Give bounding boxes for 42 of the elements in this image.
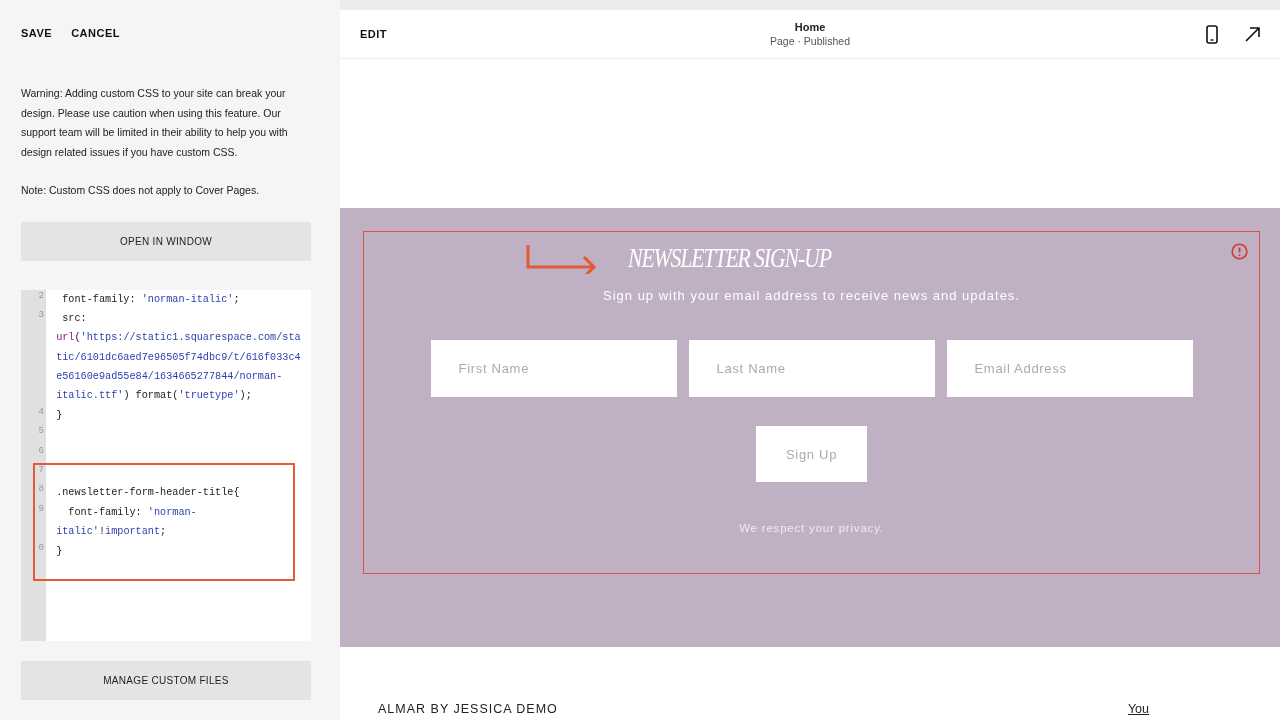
privacy-text: We respect your privacy.	[739, 522, 884, 534]
line-number: 7	[37, 464, 44, 476]
save-button[interactable]: SAVE	[21, 27, 53, 39]
site-title: ALMAR BY JESSICA DEMO	[378, 702, 558, 716]
open-in-window-button[interactable]: OPEN IN WINDOW	[21, 221, 311, 261]
input-field[interactable]: Email Address	[946, 340, 1193, 397]
code-editor[interactable]	[21, 289, 311, 641]
code-line: }	[56, 545, 63, 557]
line-number: 6	[37, 444, 44, 457]
code-line: url('https://static1.squarespace.com/sta	[56, 332, 301, 344]
input-field[interactable]: Last Name	[688, 340, 935, 397]
page-status: Page · Published	[770, 35, 850, 47]
code-line: src:	[61, 312, 87, 324]
edit-button[interactable]: EDIT	[360, 28, 388, 40]
arrow-up-right-icon[interactable]	[1245, 26, 1260, 42]
mobile-phone-icon[interactable]	[1206, 24, 1218, 44]
arrow-right-icon	[525, 244, 598, 274]
alert-icon	[1231, 243, 1248, 260]
code-line: }	[56, 409, 63, 421]
code-line: font-family: 'norman-italic';	[61, 293, 240, 305]
line-number: 5	[37, 425, 44, 438]
code-line: font-family: 'norman-	[67, 506, 197, 518]
page-title: Home	[794, 21, 826, 33]
code-line: e56160e9ad55e84/1634665277844/norman-	[56, 371, 283, 383]
line-number: 9	[37, 502, 44, 515]
code-line: italic.ttf') format('truetype');	[56, 390, 252, 402]
line-number: 4	[37, 405, 44, 418]
line-number: 2	[37, 289, 44, 302]
code-line: italic'!important;	[56, 526, 167, 538]
note-text: Note: Custom CSS does not apply to Cover Pages.	[21, 183, 261, 198]
cancel-button[interactable]: CANCEL	[71, 27, 120, 39]
line-number: 3	[37, 308, 44, 321]
nav-link[interactable]: You	[1127, 702, 1149, 716]
warning-text: Warning: Adding custom CSS to your site can break your design. Please use caution when using this feature. Our support team will be limited in their ability to help you with design related issues if you have custom CSS.	[21, 86, 289, 160]
code-line: .newsletter-form-header-title{	[56, 487, 240, 499]
newsletter-title: NEWSLETTER SIGN-UP	[627, 242, 831, 274]
manage-custom-files-button[interactable]: MANAGE CUSTOM FILES	[21, 660, 311, 700]
newsletter-description: Sign up with your email address to receive news and updates.	[603, 288, 1020, 303]
line-number: 0	[37, 541, 44, 554]
line-number: 8	[37, 483, 44, 496]
code-line: tic/6101dc6aed7e96505f74dbc9/t/616f033c4	[56, 351, 301, 363]
input-field[interactable]: First Name	[430, 340, 677, 397]
